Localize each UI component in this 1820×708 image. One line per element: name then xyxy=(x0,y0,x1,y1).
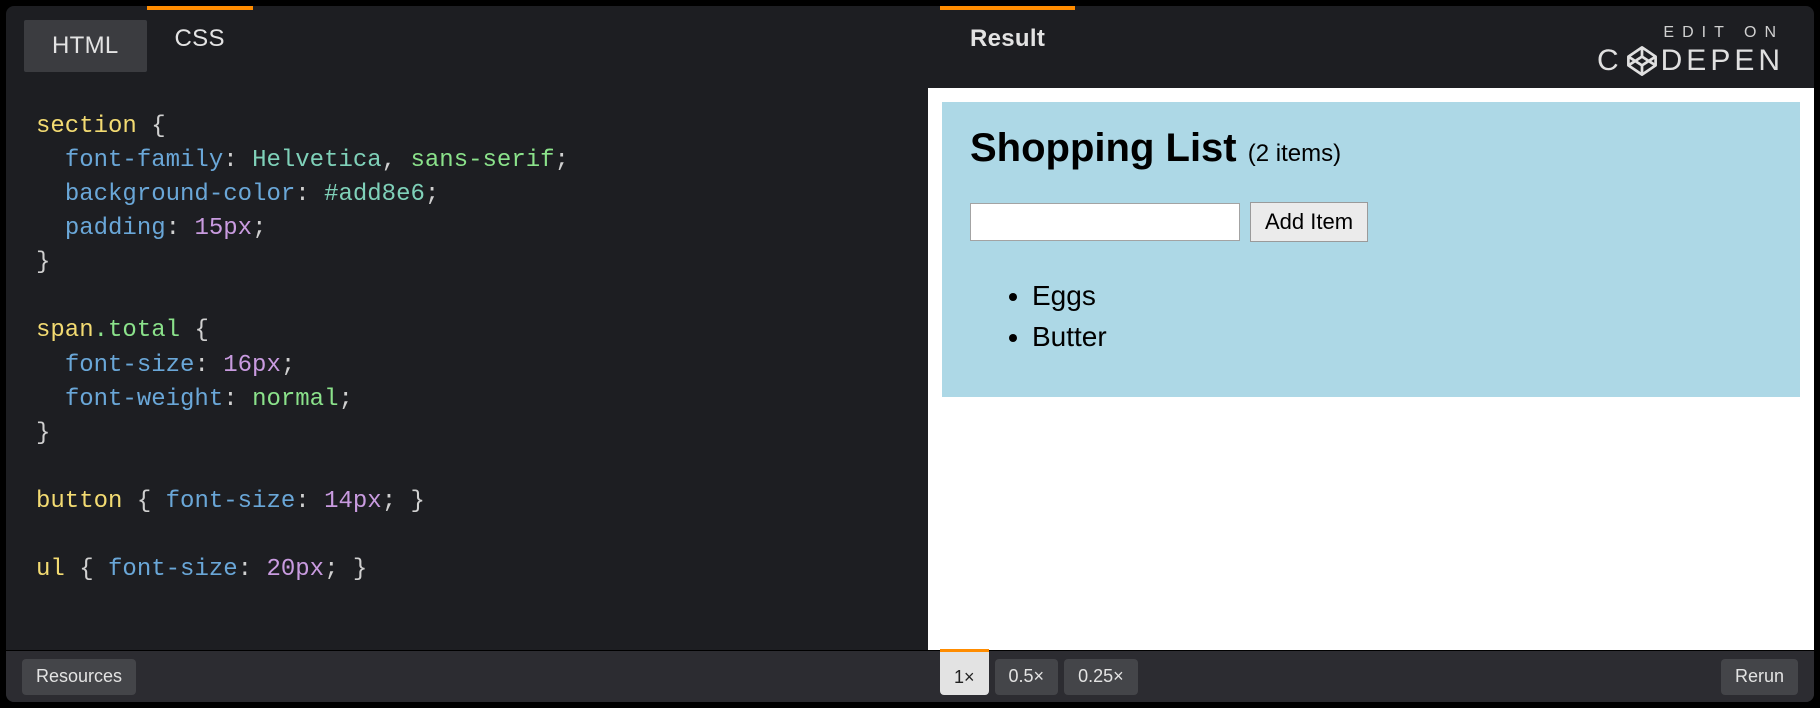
code-line[interactable]: font-weight: normal; xyxy=(36,383,910,417)
code-line[interactable]: font-family: Helvetica, sans-serif; xyxy=(36,144,910,178)
rerun-button[interactable]: Rerun xyxy=(1721,659,1798,695)
tab-css[interactable]: CSS xyxy=(147,6,253,68)
code-line[interactable]: button { font-size: 14px; } xyxy=(36,485,910,519)
code-line[interactable]: section { xyxy=(36,110,910,144)
code-line[interactable]: ul { font-size: 20px; } xyxy=(36,553,910,587)
zoom-0.25[interactable]: 0.25× xyxy=(1064,659,1138,695)
resources-button[interactable]: Resources xyxy=(22,659,136,695)
code-line[interactable]: font-size: 16px; xyxy=(36,349,910,383)
code-line[interactable]: background-color: #add8e6; xyxy=(36,178,910,212)
code-line[interactable] xyxy=(36,519,910,553)
result-pane: Shopping List (2 items) Add Item EggsBut… xyxy=(928,88,1814,650)
code-line[interactable] xyxy=(36,451,910,485)
tab-result[interactable]: Result xyxy=(940,6,1075,68)
preview-heading: Shopping List (2 items) xyxy=(970,124,1772,172)
css-editor[interactable]: section { font-family: Helvetica, sans-s… xyxy=(6,88,928,650)
code-line[interactable]: } xyxy=(36,246,910,280)
edit-on-label: EDIT ON xyxy=(1597,24,1784,42)
preview-total: (2 items) xyxy=(1248,140,1341,167)
codepen-logo-icon xyxy=(1625,44,1659,78)
code-line[interactable] xyxy=(36,280,910,314)
zoom-1[interactable]: 1× xyxy=(940,649,989,695)
codepen-branding[interactable]: EDIT ON C DEPEN xyxy=(1597,24,1784,78)
preview-section: Shopping List (2 items) Add Item EggsBut… xyxy=(942,102,1800,397)
logo-text-pre: C xyxy=(1597,44,1623,78)
code-line[interactable]: span.total { xyxy=(36,314,910,348)
add-item-button[interactable]: Add Item xyxy=(1250,202,1368,242)
tab-html[interactable]: HTML xyxy=(24,20,147,72)
code-line[interactable]: padding: 15px; xyxy=(36,212,910,246)
preview-heading-text: Shopping List xyxy=(970,126,1248,170)
zoom-0.5[interactable]: 0.5× xyxy=(995,659,1059,695)
logo-text-post: DEPEN xyxy=(1661,44,1784,78)
shopping-list: EggsButter xyxy=(970,276,1772,357)
code-line[interactable]: } xyxy=(36,417,910,451)
list-item: Butter xyxy=(1032,317,1772,358)
add-item-input[interactable] xyxy=(970,203,1240,241)
list-item: Eggs xyxy=(1032,276,1772,317)
